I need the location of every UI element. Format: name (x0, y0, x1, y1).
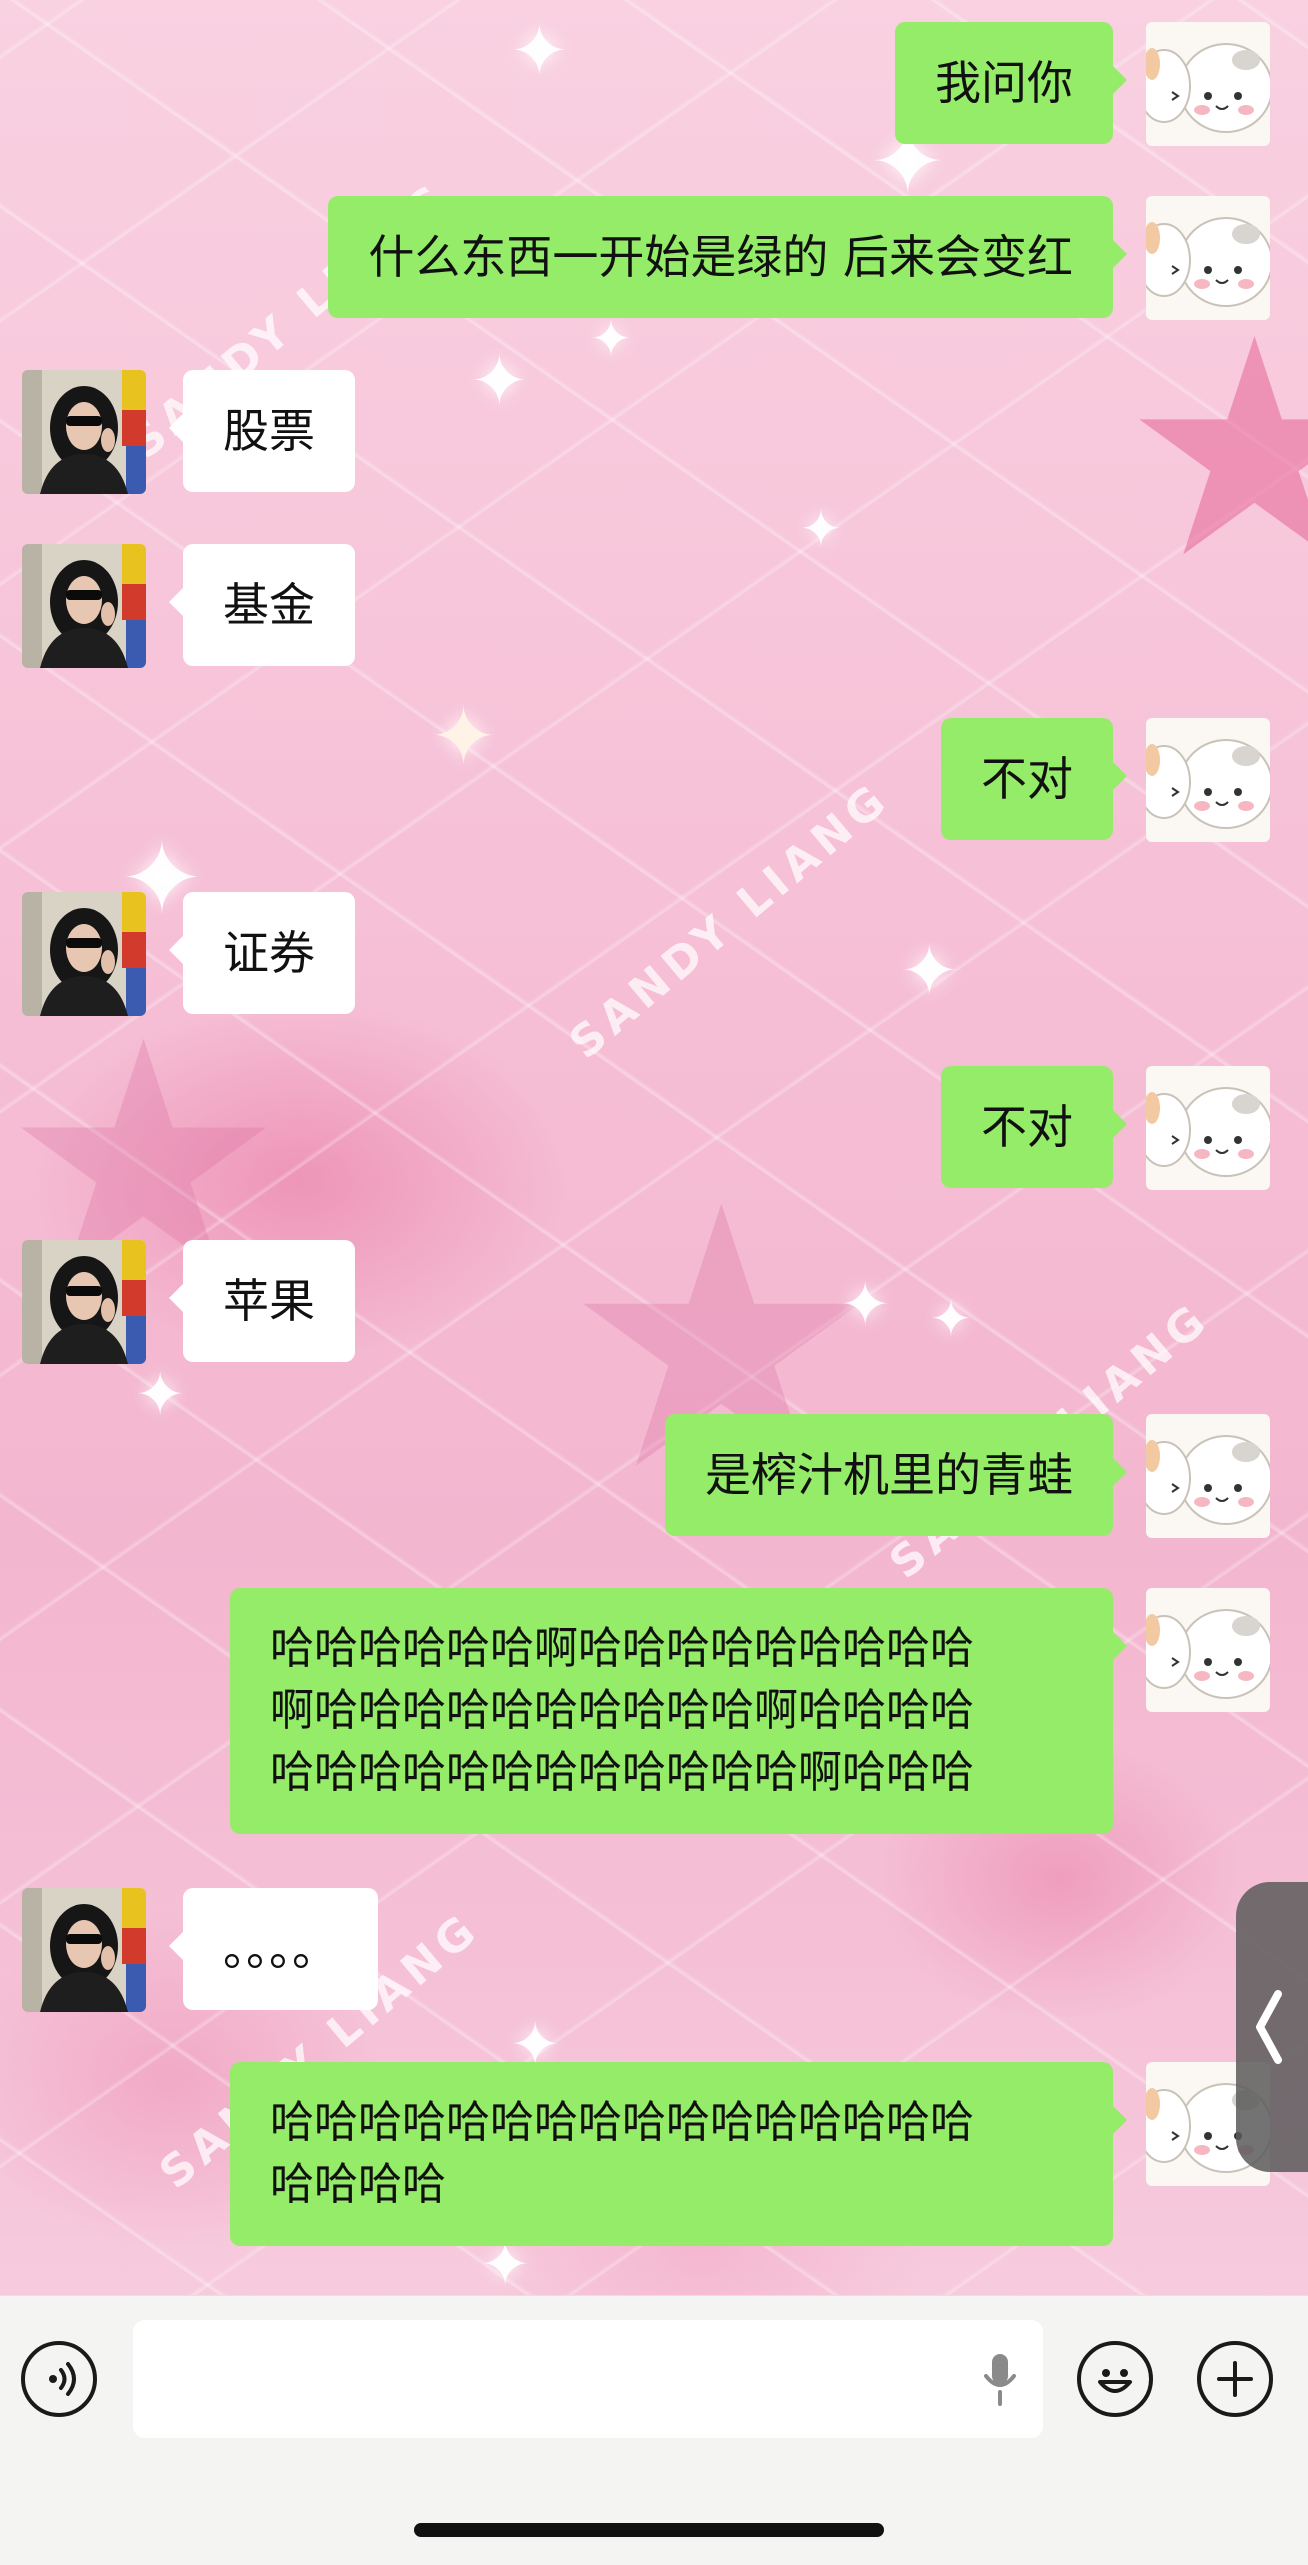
sparkle-icon: ✦ (135, 1360, 186, 1430)
message-text: 我问你 (935, 56, 1073, 110)
message-text: 苹果 (223, 1274, 315, 1328)
message-text-line: 哈哈哈哈 (270, 2159, 446, 2210)
sparkle-icon: ✦ (930, 1290, 972, 1348)
person-avatar-icon (22, 892, 146, 1016)
my-message-bubble[interactable]: 什么东西一开始是绿的 后来会变红 (328, 196, 1127, 318)
person-avatar-icon (22, 1888, 146, 2012)
message-text: 什么东西一开始是绿的 后来会变红 (368, 230, 1073, 284)
contact-avatar[interactable] (22, 370, 146, 494)
sparkle-icon: ✦ (840, 1270, 891, 1340)
plus-icon (1217, 2361, 1253, 2397)
my-message-bubble[interactable]: 不对 (941, 718, 1127, 840)
chevron-left-icon (1256, 1990, 1282, 2064)
cat-avatar-icon (1146, 1066, 1270, 1190)
my-message-bubble[interactable]: 不对 (941, 1066, 1127, 1188)
sparkle-icon: ✦ (800, 500, 842, 558)
my-message-bubble[interactable]: 哈哈哈哈哈哈哈哈哈哈哈哈哈哈哈哈 哈哈哈哈 (230, 2062, 1127, 2246)
contact-avatar[interactable] (22, 544, 146, 668)
message-text: 是榨汁机里的青蛙 (705, 1448, 1073, 1502)
plus-button[interactable] (1197, 2341, 1273, 2417)
voice-mode-icon (49, 2362, 76, 2396)
contact-message-bubble[interactable]: 苹果 (169, 1240, 355, 1362)
background-star-decoration: ★ (1120, 275, 1308, 624)
cat-avatar-icon (1146, 22, 1270, 146)
contact-message-bubble[interactable]: 。。。。 (169, 1888, 378, 2010)
contact-avatar[interactable] (22, 1240, 146, 1364)
cat-avatar-icon (1146, 718, 1270, 842)
my-avatar[interactable] (1146, 1588, 1270, 1712)
message-text: 不对 (981, 1100, 1073, 1154)
home-indicator[interactable] (414, 2523, 884, 2537)
my-avatar[interactable] (1146, 196, 1270, 320)
message-text: 不对 (981, 752, 1073, 806)
message-text: 基金 (223, 578, 315, 632)
side-panel-tab[interactable] (1236, 1882, 1308, 2172)
emoji-button[interactable] (1077, 2341, 1153, 2417)
sparkle-icon: ✦ (430, 690, 498, 783)
my-avatar[interactable] (1146, 1066, 1270, 1190)
my-avatar[interactable] (1146, 718, 1270, 842)
contact-message-bubble[interactable]: 证券 (169, 892, 355, 1014)
sparkle-icon: ✦ (590, 310, 632, 368)
cat-avatar-icon (1146, 1414, 1270, 1538)
my-message-bubble[interactable]: 是榨汁机里的青蛙 (665, 1414, 1127, 1536)
message-text-line: 哈哈哈哈哈哈啊哈哈哈哈哈哈哈哈哈 (270, 1623, 974, 1674)
my-message-bubble[interactable]: 哈哈哈哈哈哈啊哈哈哈哈哈哈哈哈哈 啊哈哈哈哈哈哈哈哈哈哈啊哈哈哈哈 哈哈哈哈哈哈… (230, 1588, 1127, 1834)
chat-screen: ★ ★ ★ ✦ ✦ ✦ ✦ ✦ ✦ ✦ ✦ ✦ ✦ ✦ ✦ ✦ SANDY LI… (0, 0, 1308, 2565)
contact-avatar[interactable] (22, 892, 146, 1016)
emoji-icon (1098, 2369, 1132, 2393)
message-text-line: 啊哈哈哈哈哈哈哈哈哈哈啊哈哈哈哈 (270, 1685, 974, 1736)
message-input-field[interactable] (133, 2320, 1043, 2438)
microphone-icon[interactable] (978, 2350, 1022, 2410)
my-avatar[interactable] (1146, 22, 1270, 146)
person-avatar-icon (22, 544, 146, 668)
message-input-bar (0, 2295, 1308, 2565)
contact-message-bubble[interactable]: 股票 (169, 370, 355, 492)
message-text-line: 哈哈哈哈哈哈哈哈哈哈哈哈啊哈哈哈 (270, 1747, 974, 1798)
person-avatar-icon (22, 1240, 146, 1364)
message-text: 证券 (223, 926, 315, 980)
cat-avatar-icon (1146, 1588, 1270, 1712)
message-text-line: 哈哈哈哈哈哈哈哈哈哈哈哈哈哈哈哈 (270, 2097, 974, 2148)
sparkle-icon: ✦ (900, 930, 959, 1012)
sparkle-icon: ✦ (510, 10, 569, 92)
cat-avatar-icon (1146, 196, 1270, 320)
person-avatar-icon (22, 370, 146, 494)
message-text: 股票 (223, 404, 315, 458)
my-message-bubble[interactable]: 我问你 (895, 22, 1127, 144)
message-text: 。。。。 (223, 1922, 338, 1976)
my-avatar[interactable] (1146, 1414, 1270, 1538)
voice-mode-button[interactable] (21, 2341, 97, 2417)
sparkle-icon: ✦ (470, 340, 529, 422)
contact-avatar[interactable] (22, 1888, 146, 2012)
contact-message-bubble[interactable]: 基金 (169, 544, 355, 666)
